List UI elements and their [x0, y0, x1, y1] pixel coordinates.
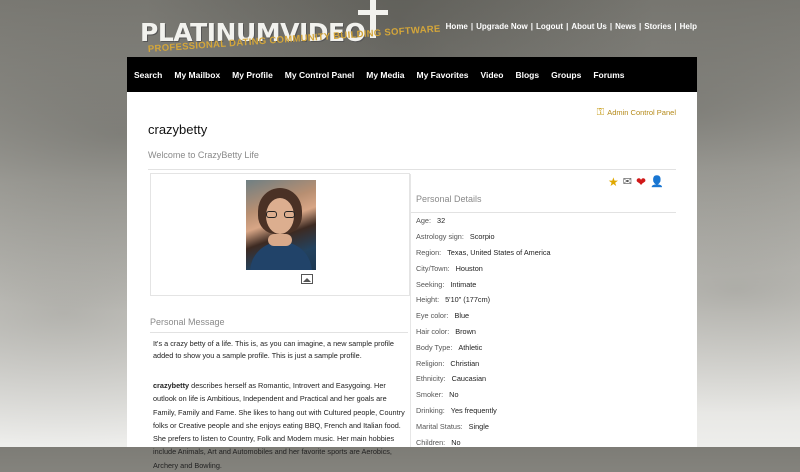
detail-row-age: Age: 32	[416, 213, 676, 229]
divider	[150, 332, 408, 333]
detail-value: No	[449, 390, 459, 400]
top-link-home[interactable]: Home	[446, 22, 468, 31]
detail-value: Christian	[450, 358, 480, 368]
divider	[148, 169, 676, 170]
nav-my-media[interactable]: My Media	[359, 70, 404, 80]
detail-key: Body Type:	[416, 342, 453, 352]
detail-key: Ethnicity:	[416, 374, 446, 384]
detail-value: Intimate	[450, 279, 477, 289]
detail-key: Age:	[416, 216, 432, 226]
detail-key: Height:	[416, 295, 440, 305]
admin-link-label: Admin Control Panel	[607, 108, 676, 117]
top-link-news[interactable]: News	[615, 22, 636, 31]
detail-row-religion: Religion: Christian	[416, 355, 676, 371]
detail-value: Houston	[455, 263, 483, 273]
detail-value: 32	[437, 216, 446, 226]
top-link-upgrade[interactable]: Upgrade Now	[476, 22, 528, 31]
profile-photo-box	[150, 173, 410, 296]
link-separator: |	[566, 22, 569, 31]
detail-key: Religion:	[416, 358, 445, 368]
personal-details-list: Age: 32 Astrology sign: Scorpio Region: Tex…	[416, 213, 676, 450]
nav-groups[interactable]: Groups	[544, 70, 581, 80]
nav-blogs[interactable]: Blogs	[508, 70, 539, 80]
detail-key: Smoker:	[416, 390, 444, 400]
about-username: crazybetty	[153, 381, 190, 390]
detail-row-hair-color: Hair color: Brown	[416, 324, 676, 340]
user-icon[interactable]: 👤	[650, 175, 664, 189]
detail-key: Hair color:	[416, 326, 450, 336]
detail-value: Athletic	[458, 342, 483, 352]
detail-key: City/Town:	[416, 263, 450, 273]
link-separator: |	[530, 22, 533, 31]
top-link-stories[interactable]: Stories	[644, 22, 671, 31]
detail-row-eye-color: Eye color: Blue	[416, 308, 676, 324]
about-description: crazybetty describes herself as Romantic…	[153, 379, 409, 472]
about-text: describes herself as Romantic, Introvert…	[153, 381, 405, 470]
detail-key: Marital Status:	[416, 421, 463, 431]
detail-row-height: Height: 5'10" (177cm)	[416, 292, 676, 308]
link-separator: |	[674, 22, 677, 31]
nav-video[interactable]: Video	[473, 70, 503, 80]
personal-details-heading: Personal Details	[416, 194, 482, 204]
detail-key: Astrology sign:	[416, 232, 464, 242]
detail-row-astrology: Astrology sign: Scorpio	[416, 229, 676, 245]
top-link-logout[interactable]: Logout	[536, 22, 563, 31]
detail-row-body-type: Body Type: Athletic	[416, 339, 676, 355]
link-separator: |	[639, 22, 642, 31]
detail-value: Blue	[454, 311, 470, 321]
nav-forums[interactable]: Forums	[586, 70, 624, 80]
personal-message-heading: Personal Message	[150, 317, 225, 327]
nav-my-control-panel[interactable]: My Control Panel	[278, 70, 354, 80]
detail-key: Drinking:	[416, 405, 445, 415]
detail-value: Caucasian	[451, 374, 487, 384]
detail-value: Brown	[455, 326, 476, 336]
detail-value: No	[451, 437, 461, 447]
detail-value: Texas, United States of America	[447, 247, 551, 257]
detail-row-drinking: Drinking: Yes frequently	[416, 403, 676, 419]
heart-icon[interactable]: ❤	[636, 175, 646, 189]
detail-row-city: City/Town: Houston	[416, 260, 676, 276]
detail-row-marital-status: Marital Status: Single	[416, 418, 676, 434]
detail-key: Eye color:	[416, 311, 449, 321]
personal-message-text: It's a crazy betty of a life. This is, a…	[153, 339, 394, 360]
nav-search[interactable]: Search	[127, 70, 162, 80]
star-icon[interactable]: ★	[608, 175, 619, 189]
site-logo[interactable]: PLATINUMVIDEO PROFESSIONAL DATING COMMUN…	[140, 0, 441, 56]
profile-action-icons: ★ ✉ ❤ 👤	[608, 175, 664, 189]
key-icon: ⚿	[596, 107, 605, 118]
detail-value: Scorpio	[469, 232, 495, 242]
detail-value: Yes frequently	[450, 405, 497, 415]
link-separator: |	[470, 22, 474, 31]
column-divider	[410, 174, 411, 447]
link-separator: |	[609, 22, 613, 31]
detail-row-smoker: Smoker: No	[416, 387, 676, 403]
detail-row-ethnicity: Ethnicity: Caucasian	[416, 371, 676, 387]
detail-row-region: Region: Texas, United States of America	[416, 245, 676, 261]
admin-control-panel-link[interactable]: ⚿ Admin Control Panel	[597, 107, 676, 118]
nav-my-mailbox[interactable]: My Mailbox	[167, 70, 220, 80]
detail-row-seeking: Seeking: Intimate	[416, 276, 676, 292]
detail-key: Children:	[416, 437, 446, 447]
detail-key: Region:	[416, 247, 442, 257]
nav-my-favorites[interactable]: My Favorites	[410, 70, 469, 80]
top-links: Home | Upgrade Now | Logout | About Us | News | St…	[446, 22, 697, 31]
detail-value: 5'10" (177cm)	[445, 295, 491, 305]
top-link-about[interactable]: About Us	[571, 22, 607, 31]
main-nav: Search My Mailbox My Profile My Control …	[127, 57, 697, 92]
detail-value: Single	[468, 421, 489, 431]
detail-row-children: Children: No	[416, 434, 676, 450]
mail-icon[interactable]: ✉	[623, 175, 632, 189]
nav-my-profile[interactable]: My Profile	[225, 70, 273, 80]
top-link-help[interactable]: Help	[680, 22, 697, 31]
profile-username: crazybetty	[148, 122, 208, 137]
profile-welcome: Welcome to CrazyBetty Life	[148, 150, 259, 160]
profile-photo[interactable]	[246, 180, 316, 270]
main-content: ⚿ Admin Control Panel crazybetty Welcome…	[127, 92, 697, 470]
detail-key: Seeking:	[416, 279, 445, 289]
gallery-icon[interactable]	[301, 274, 313, 284]
